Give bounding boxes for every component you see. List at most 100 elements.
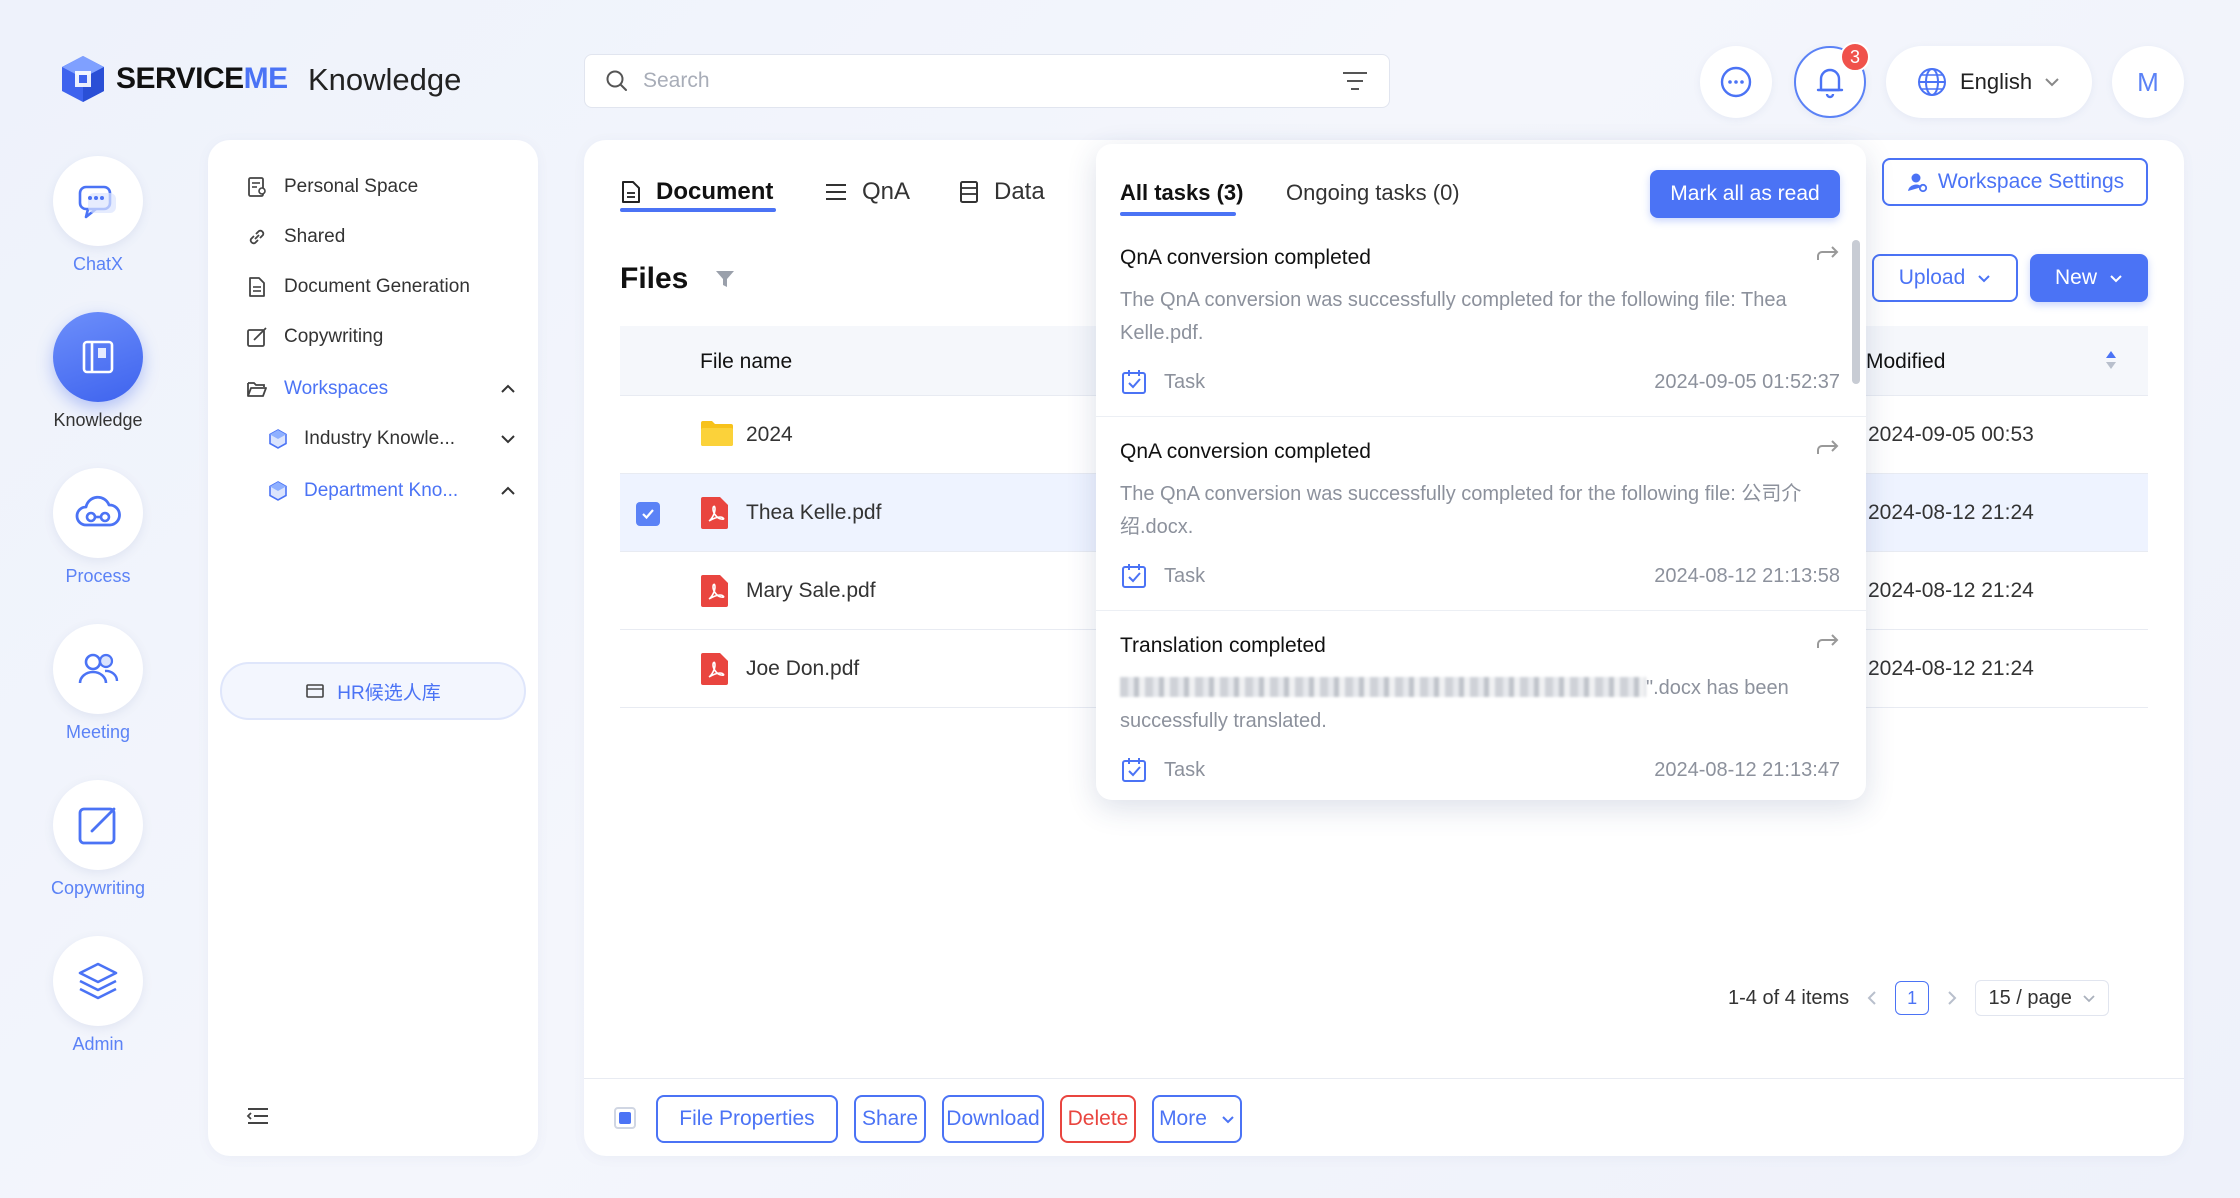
sidebar-item-label: Department Kno... [304, 480, 459, 501]
app-title: Knowledge [308, 62, 462, 97]
tab-label: QnA [862, 178, 911, 205]
mark-all-read-button[interactable]: Mark all as read [1650, 170, 1840, 218]
sort-icon[interactable] [2104, 348, 2118, 372]
file-properties-button[interactable]: File Properties [656, 1095, 838, 1143]
people-icon [78, 653, 119, 684]
cube-icon [269, 481, 287, 501]
search-bar[interactable] [584, 54, 1390, 108]
share-button[interactable]: Share [854, 1095, 926, 1143]
rail-item-copywriting[interactable]: Copywriting [40, 780, 156, 899]
scrollbar[interactable] [1852, 240, 1860, 384]
tab-qna[interactable]: QnA [824, 170, 910, 214]
sidebar-item-copywriting[interactable]: Copywriting [246, 326, 516, 348]
document-icon [249, 277, 265, 297]
avatar[interactable]: M [2112, 46, 2184, 118]
sidebar-item-department-knowledge[interactable]: Department Kno... [268, 480, 516, 502]
sidebar-item-personal-space[interactable]: Personal Space [246, 176, 516, 198]
open-arrow-icon[interactable] [1816, 440, 1840, 458]
notification-item[interactable]: QnA conversion completed The QnA convers… [1120, 440, 1840, 632]
sidebar-item-document-generation[interactable]: Document Generation [246, 276, 516, 298]
delete-button[interactable]: Delete [1060, 1095, 1136, 1143]
notification-body: The QnA conversion was successfully comp… [1120, 289, 1787, 344]
sidebar-item-hr-candidates[interactable]: HR候选人库 [220, 662, 526, 720]
notification-tag: Task [1164, 564, 1206, 587]
notification-time: 2024-09-05 01:52:37 [1654, 370, 1840, 393]
notification-panel: All tasks (3) Ongoing tasks (0) Mark all… [1096, 144, 1866, 800]
notification-item[interactable]: Translation completed ".docx has been su… [1120, 634, 1840, 800]
tab-data[interactable]: Data [958, 170, 1045, 214]
chevron-left-icon[interactable] [1867, 990, 1877, 1006]
chevron-down-icon [1222, 1115, 1234, 1123]
rail-item-meeting[interactable]: Meeting [40, 624, 156, 743]
file-name[interactable]: Joe Don.pdf [746, 657, 859, 681]
upload-button[interactable]: Upload [1872, 254, 2018, 302]
sidebar-item-label: Industry Knowle... [304, 428, 456, 449]
file-name[interactable]: Mary Sale.pdf [746, 579, 876, 603]
edit-icon [247, 327, 267, 347]
download-button[interactable]: Download [942, 1095, 1044, 1143]
filter-funnel-icon[interactable] [714, 269, 736, 289]
book-icon [82, 340, 114, 374]
sidebar-item-workspaces[interactable]: Workspaces [246, 378, 516, 400]
tab-all-tasks[interactable]: All tasks (3) [1120, 180, 1244, 206]
notification-time: 2024-08-12 21:13:47 [1654, 758, 1840, 781]
language-label: English [1960, 69, 2033, 94]
pdf-icon [701, 653, 728, 685]
chevron-down-icon [2083, 994, 2095, 1002]
list-icon [826, 184, 846, 200]
pdf-icon [701, 575, 728, 607]
chevron-down-icon [1978, 274, 1990, 282]
new-button[interactable]: New [2030, 254, 2148, 302]
rail-label: Meeting [65, 722, 131, 742]
language-selector[interactable]: English [1886, 46, 2092, 118]
select-all-checkbox[interactable] [614, 1107, 636, 1129]
rail-item-process[interactable]: Process [40, 468, 156, 587]
sidebar-item-label: Copywriting [284, 326, 384, 347]
notification-item[interactable]: QnA conversion completed The QnA convers… [1120, 246, 1840, 438]
row-checkbox[interactable] [636, 502, 660, 526]
chat-bubble-icon [1720, 66, 1752, 98]
filter-lines-icon[interactable] [1341, 69, 1369, 93]
folder-icon [701, 421, 733, 446]
chevron-up-icon[interactable] [500, 486, 516, 496]
task-calendar-icon [1122, 758, 1146, 782]
page-size-select[interactable]: 15 / page [1975, 980, 2110, 1016]
notification-button[interactable]: 3 [1794, 42, 1870, 118]
pagination-summary: 1-4 of 4 items [1728, 986, 1850, 1009]
search-input[interactable] [643, 69, 1341, 93]
search-icon [606, 70, 627, 91]
link-icon [249, 229, 265, 245]
column-header-modified[interactable]: Modified [1866, 350, 1945, 374]
redacted-filename [1120, 677, 1646, 697]
pagination: 1-4 of 4 items 1 15 / page [1728, 980, 2110, 1016]
more-button[interactable]: More [1152, 1095, 1242, 1143]
sidebar-item-shared[interactable]: Shared [246, 226, 516, 248]
indeterminate-mark [619, 1112, 631, 1124]
page-number-button[interactable]: 1 [1895, 981, 1930, 1015]
sidebar-item-label: HR候选人库 [337, 682, 441, 704]
column-header-name[interactable]: File name [700, 350, 792, 374]
task-calendar-icon [1122, 370, 1146, 394]
tab-ongoing-tasks[interactable]: Ongoing tasks (0) [1286, 180, 1460, 206]
tab-active-underline [620, 208, 776, 212]
file-name[interactable]: 2024 [746, 423, 793, 447]
rail-item-chatx[interactable]: ChatX [40, 156, 156, 275]
sidebar-item-label: Workspaces [284, 378, 389, 399]
file-modified: 2024-09-05 00:53 [1868, 423, 2034, 446]
collapse-sidebar-icon[interactable] [246, 1106, 270, 1126]
file-name[interactable]: Thea Kelle.pdf [746, 501, 881, 525]
database-icon [960, 181, 978, 203]
file-modified: 2024-08-12 21:24 [1868, 657, 2034, 680]
chevron-right-icon[interactable] [1947, 990, 1957, 1006]
chat-message-button[interactable] [1700, 46, 1772, 118]
sidebar-item-industry-knowledge[interactable]: Industry Knowle... [268, 428, 516, 450]
cube-icon [269, 429, 287, 449]
divider [1096, 416, 1866, 417]
workspace-settings-button[interactable]: Workspace Settings [1882, 158, 2148, 206]
open-arrow-icon[interactable] [1816, 246, 1840, 264]
rail-item-knowledge[interactable]: Knowledge [40, 312, 156, 431]
chevron-down-icon[interactable] [500, 434, 516, 444]
open-arrow-icon[interactable] [1816, 634, 1840, 652]
rail-item-admin[interactable]: Admin [40, 936, 156, 1055]
chevron-up-icon[interactable] [500, 384, 516, 394]
